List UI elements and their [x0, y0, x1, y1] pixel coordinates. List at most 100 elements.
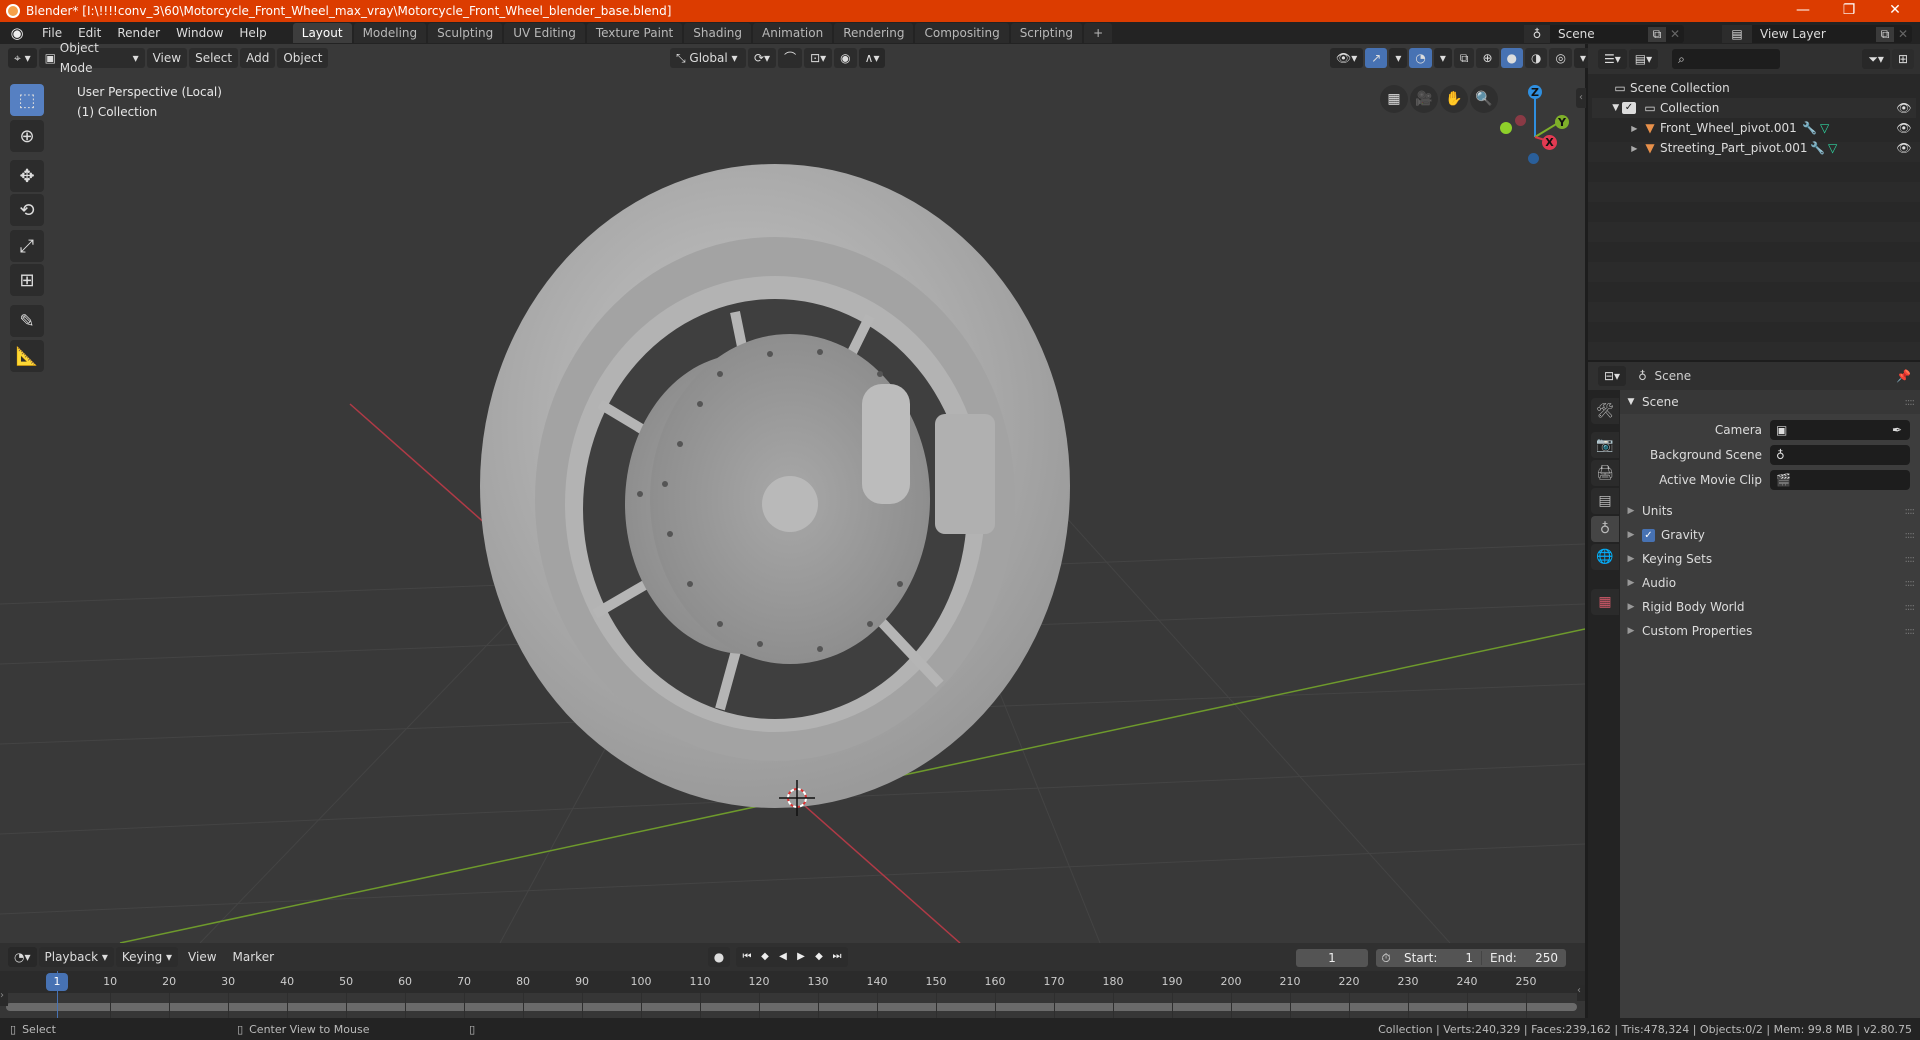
outliner-collection[interactable]: ▼ ✓ ▭ Collection 👁: [1592, 98, 1916, 118]
units-panel-header[interactable]: ▶ Units::::: [1620, 499, 1920, 523]
custom-properties-panel-header[interactable]: ▶ Custom Properties::::: [1620, 619, 1920, 643]
tab-scene[interactable]: ♁: [1591, 516, 1619, 542]
scene-selector[interactable]: ♁ Scene ⧉ ✕: [1524, 25, 1684, 43]
timeline-left-toggle[interactable]: ›: [0, 990, 8, 1006]
drag-handle-icon[interactable]: ::::: [1905, 506, 1916, 517]
next-keyframe-button[interactable]: ◆: [810, 947, 828, 967]
gizmo-neg-z-axis[interactable]: [1528, 153, 1539, 164]
visibility-eye-icon[interactable]: 👁: [1892, 101, 1916, 115]
playback-menu[interactable]: Playback ▾: [38, 947, 114, 967]
overlays-toggle[interactable]: ◔: [1409, 48, 1432, 68]
timeline-scrollbar[interactable]: [6, 1003, 1577, 1011]
tab-tool[interactable]: 🛠: [1591, 398, 1619, 424]
move-tool[interactable]: ✥: [10, 160, 44, 192]
tab-sculpting[interactable]: Sculpting: [428, 23, 503, 43]
close-button[interactable]: ✕: [1872, 0, 1918, 22]
measure-tool[interactable]: 📐: [10, 340, 44, 372]
snap-toggle[interactable]: ⌒: [778, 48, 803, 68]
scene-panel-header[interactable]: ▼ Scene ::::: [1620, 390, 1920, 414]
add-workspace-button[interactable]: +: [1084, 23, 1113, 43]
mode-selector[interactable]: ▣ Object Mode ▾: [38, 41, 145, 75]
gravity-checkbox[interactable]: ✓: [1642, 528, 1655, 542]
navigation-gizmo[interactable]: Z Y X: [1490, 85, 1580, 175]
timeline-view-menu[interactable]: View: [180, 946, 224, 968]
filter-button[interactable]: ⏷▾: [1862, 49, 1890, 69]
rendered-shading-button[interactable]: ◎: [1549, 48, 1572, 68]
maximize-button[interactable]: ❐: [1826, 0, 1872, 22]
tab-shading[interactable]: Shading: [684, 23, 751, 43]
view-layer-selector[interactable]: ▤ View Layer ⧉ ✕: [1722, 25, 1912, 43]
expand-arrow-icon[interactable]: ▼: [1592, 103, 1622, 113]
tab-uv-editing[interactable]: UV Editing: [504, 23, 585, 43]
menu-object[interactable]: Object: [277, 48, 329, 68]
start-frame-field[interactable]: Start: 1: [1396, 951, 1482, 965]
modifier-wrench-icon[interactable]: 🔧: [1810, 141, 1828, 155]
proportional-edit-toggle[interactable]: ◉: [834, 48, 857, 68]
mesh-data-icon[interactable]: ▽: [1828, 141, 1846, 155]
scale-tool[interactable]: ⤢: [10, 230, 44, 262]
selectability-visibility-button[interactable]: 👁▾: [1330, 48, 1364, 68]
pan-view-button[interactable]: ✋: [1440, 85, 1468, 113]
tab-animation[interactable]: Animation: [753, 23, 833, 43]
expand-arrow-icon[interactable]: ▶: [1592, 124, 1640, 133]
wireframe-shading-button[interactable]: ⊕: [1476, 48, 1499, 68]
camera-view-button[interactable]: 🎥: [1410, 85, 1438, 113]
tab-view-layer[interactable]: ▤: [1591, 488, 1619, 514]
jump-start-button[interactable]: ⏮: [738, 947, 756, 967]
active-movie-clip-field[interactable]: 🎬: [1770, 470, 1910, 490]
collection-checkbox[interactable]: ✓: [1622, 102, 1636, 114]
end-frame-field[interactable]: End: 250: [1482, 951, 1566, 965]
menu-add[interactable]: Add: [240, 48, 276, 68]
tab-rendering[interactable]: Rendering: [834, 23, 914, 43]
annotate-tool[interactable]: ✎: [10, 305, 44, 337]
outliner-search-input[interactable]: ⌕: [1672, 49, 1781, 69]
editor-type-button[interactable]: ⌖ ▾: [8, 48, 37, 68]
transform-tool[interactable]: ⊞: [10, 264, 44, 296]
xray-toggle[interactable]: ⧉: [1453, 48, 1475, 68]
menu-view[interactable]: View: [146, 48, 188, 68]
blender-menu-icon[interactable]: ◉: [0, 24, 34, 42]
marker-menu[interactable]: Marker: [225, 946, 282, 968]
menu-help[interactable]: Help: [231, 22, 274, 44]
audio-panel-header[interactable]: ▶ Audio::::: [1620, 571, 1920, 595]
keying-sets-panel-header[interactable]: ▶ Keying Sets::::: [1620, 547, 1920, 571]
timeline-ruler[interactable]: 10 20 30 40 50 60 70 80 90 100 110 120 130 140 150 160 1…: [0, 971, 1585, 993]
tab-output[interactable]: 🖨: [1591, 460, 1619, 486]
gravity-panel-header[interactable]: ▶ ✓ Gravity::::: [1620, 523, 1920, 547]
rigid-body-world-panel-header[interactable]: ▶ Rigid Body World::::: [1620, 595, 1920, 619]
menu-select[interactable]: Select: [189, 48, 239, 68]
delete-scene-icon[interactable]: ✕: [1666, 27, 1684, 41]
tab-render[interactable]: 📷: [1591, 432, 1619, 458]
play-reverse-button[interactable]: ◀: [774, 947, 792, 967]
modifier-wrench-icon[interactable]: 🔧: [1802, 121, 1820, 135]
visibility-eye-icon[interactable]: 👁: [1892, 121, 1916, 135]
drag-handle-icon[interactable]: ::::: [1905, 554, 1916, 565]
orientation-selector[interactable]: ⤡ Global ▾: [670, 48, 746, 68]
tab-world[interactable]: 🌐: [1591, 544, 1619, 570]
new-collection-button[interactable]: ⊞: [1891, 49, 1914, 69]
material-shading-button[interactable]: ◑: [1525, 48, 1548, 68]
outliner-scene-collection[interactable]: ▭ Scene Collection: [1592, 78, 1916, 98]
drag-handle-icon[interactable]: ::::: [1905, 397, 1916, 408]
pin-icon[interactable]: 📌: [1896, 369, 1920, 383]
tab-compositing[interactable]: Compositing: [915, 23, 1009, 43]
keying-menu[interactable]: Keying ▾: [115, 947, 179, 967]
rotate-tool[interactable]: ⟲: [10, 194, 44, 226]
proportional-falloff-button[interactable]: ∧▾: [858, 48, 886, 68]
gizmo-dropdown[interactable]: ▾: [1389, 48, 1408, 68]
tab-modeling[interactable]: Modeling: [353, 23, 427, 43]
drag-handle-icon[interactable]: ::::: [1905, 578, 1916, 589]
menu-window[interactable]: Window: [168, 22, 231, 44]
minimize-button[interactable]: —: [1780, 0, 1826, 22]
timeline-right-toggle[interactable]: ‹: [1577, 985, 1585, 1001]
properties-editor-type-button[interactable]: ⊟▾: [1598, 366, 1627, 386]
camera-field[interactable]: ▣ ✒: [1770, 420, 1910, 440]
tab-layout[interactable]: Layout: [292, 23, 352, 43]
outliner-object[interactable]: ▶ ▼ Streeting_Part_pivot.001 🔧 ▽ 👁: [1592, 138, 1916, 158]
gizmo-x-axis[interactable]: X: [1542, 135, 1557, 150]
visibility-eye-icon[interactable]: 👁: [1892, 141, 1916, 155]
auto-keying-button[interactable]: ●: [708, 947, 730, 967]
delete-view-layer-icon[interactable]: ✕: [1894, 27, 1912, 41]
snap-target-button[interactable]: ⊡▾: [804, 48, 833, 68]
drag-handle-icon[interactable]: ::::: [1905, 626, 1916, 637]
